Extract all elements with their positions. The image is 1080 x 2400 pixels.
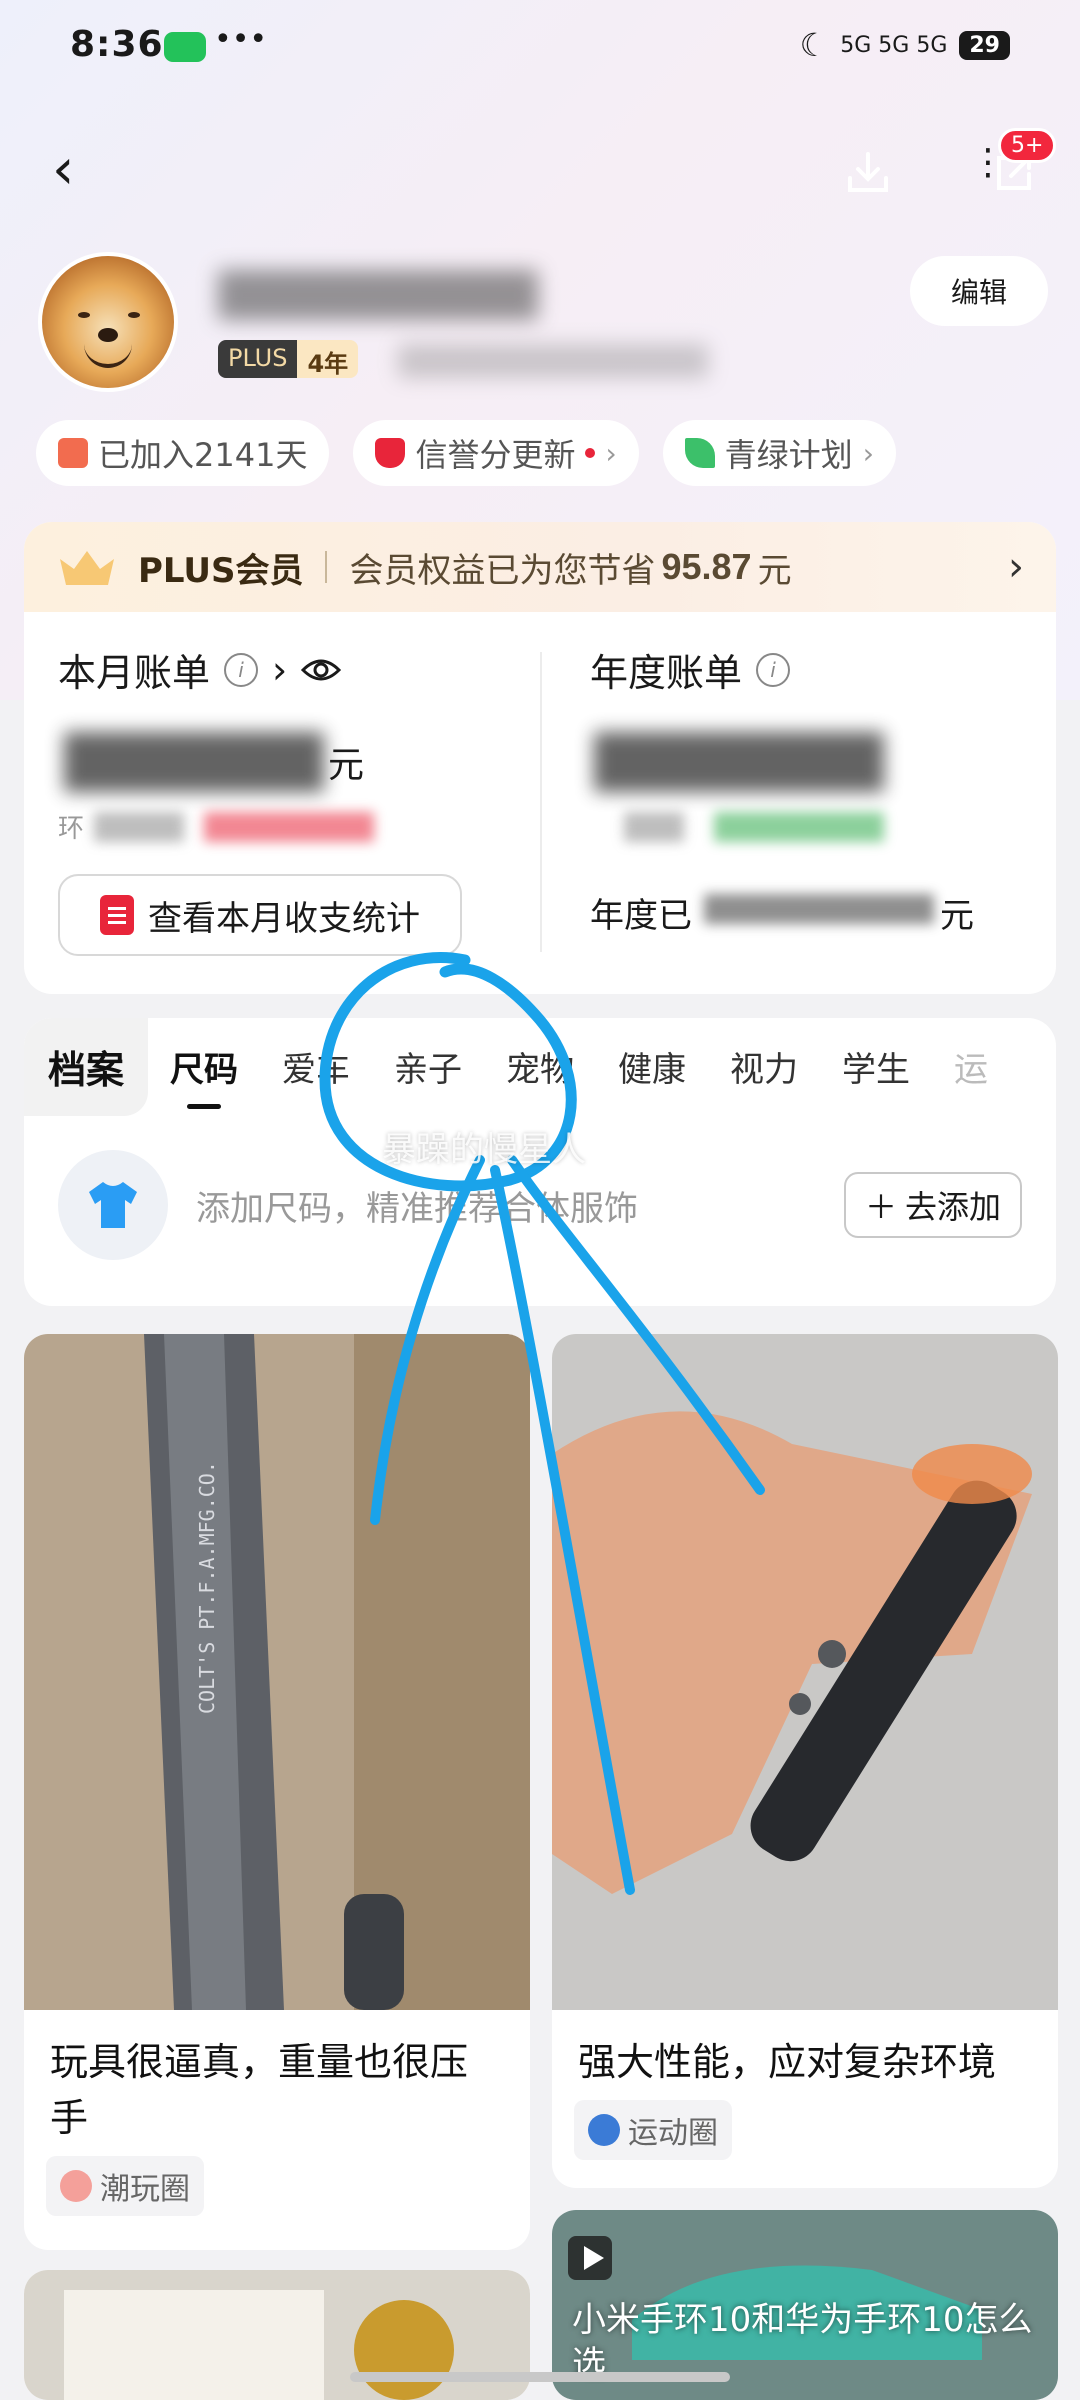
status-time: 8:36: [70, 24, 164, 65]
sports-circle-icon: [588, 2114, 620, 2146]
chevron-right-icon: ›: [272, 647, 288, 692]
tab-bar: 档案 尺码 爱车 亲子 宠物 健康 视力 学生 运: [24, 1018, 1056, 1116]
monthly-bill[interactable]: 本月账单 i ›: [58, 642, 342, 697]
message-icon: [164, 32, 206, 62]
chip-label: 青绿计划: [724, 436, 853, 474]
chip-green-plan[interactable]: 青绿计划 ›: [662, 420, 896, 486]
tab-pets[interactable]: 宠物: [484, 1042, 596, 1091]
back-icon[interactable]: ‹: [52, 140, 74, 200]
annual-amount-redacted: [704, 894, 934, 924]
home-indicator[interactable]: [350, 2372, 730, 2382]
tab-health[interactable]: 健康: [596, 1042, 708, 1091]
info-icon[interactable]: i: [224, 652, 259, 687]
chevron-right-icon: ›: [862, 436, 874, 470]
tab-student[interactable]: 学生: [820, 1042, 932, 1091]
chip-credit-score[interactable]: 信誉分更新 ›: [353, 420, 639, 486]
chevron-right-icon: ›: [605, 436, 617, 470]
post-image-pistol: COLT'S PT.F.A.MFG.CO.: [24, 1334, 530, 2010]
compare-redacted: [714, 812, 884, 842]
plus-desc: 会员权益已为您节省: [349, 550, 656, 591]
add-size-button[interactable]: ＋ 去添加: [844, 1172, 1022, 1238]
circle-tag[interactable]: 潮玩圈: [46, 2156, 204, 2216]
profile-chips: 已加入2141天 信誉分更新 › 青绿计划 ›: [36, 420, 896, 486]
add-size-label: 去添加: [905, 1188, 1002, 1226]
tab-size[interactable]: 尺码: [148, 1042, 260, 1091]
circle-name: 潮玩圈: [100, 2172, 190, 2207]
plus-icon: ＋: [864, 1188, 897, 1226]
download-icon[interactable]: [845, 150, 891, 196]
tab-parenting[interactable]: 亲子: [372, 1042, 484, 1091]
monthly-stats-button[interactable]: 查看本月收支统计: [58, 874, 462, 956]
avatar-eye: [128, 312, 140, 318]
compare-redacted: [204, 812, 374, 842]
stats-button-label: 查看本月收支统计: [148, 898, 420, 939]
size-hint: 添加尺码，精准推荐合体服饰: [196, 1188, 638, 1229]
toy-circle-icon: [60, 2170, 92, 2202]
annual-prefix: 年度已: [590, 896, 692, 936]
annual-title: 年度账单: [590, 651, 743, 695]
circle-tag[interactable]: 运动圈: [574, 2100, 732, 2160]
nav-bar: ‹ ⋮ 5+: [0, 128, 1080, 210]
avatar-mouth: [84, 342, 132, 368]
feed-post[interactable]: COLT'S PT.F.A.MFG.CO. 玩具很逼真，重量也很压手 潮玩圈: [24, 1334, 530, 2250]
plus-amount: 95.87: [661, 546, 752, 587]
edit-button[interactable]: 编辑: [910, 256, 1048, 326]
status-bar: 8:36 ••• ☾ 5G 5G 5G 29: [0, 18, 1080, 74]
username-redacted: [218, 270, 538, 320]
signal-icon: 5G 5G 5G: [840, 32, 948, 58]
compare-redacted: [624, 812, 684, 842]
new-dot: [585, 448, 596, 458]
crown-icon: [60, 551, 114, 585]
post-title: 玩具很逼真，重量也很压手: [50, 2040, 469, 2140]
watermark: 暴躁的慢星人: [382, 1130, 586, 1170]
annual-bill[interactable]: 年度账单 i: [590, 642, 791, 697]
tab-archive[interactable]: 档案: [24, 1018, 149, 1116]
avatar-eye: [78, 312, 90, 318]
avatar[interactable]: [38, 252, 178, 392]
leaf-icon: [684, 438, 715, 468]
shield-icon: [375, 438, 406, 468]
chip-joined-days[interactable]: 已加入2141天: [36, 420, 330, 486]
post-image-flashlight: [552, 1334, 1058, 2010]
tshirt-icon: [58, 1150, 168, 1260]
plus-label: PLUS: [218, 340, 298, 378]
monthly-title: 本月账单: [58, 651, 211, 695]
plus-membership-row[interactable]: PLUS会员 会员权益已为您节省 95.87 元 ›: [24, 522, 1056, 612]
svg-text:COLT'S PT.F.A.MFG.CO.: COLT'S PT.F.A.MFG.CO.: [195, 1461, 219, 1714]
divider: [325, 551, 328, 583]
status-right: ☾ 5G 5G 5G 29: [800, 26, 1010, 64]
circle-name: 运动圈: [628, 2116, 718, 2151]
feed-post[interactable]: 强大性能，应对复杂环境 运动圈: [552, 1334, 1058, 2188]
tab-vision[interactable]: 视力: [708, 1042, 820, 1091]
subtitle-redacted: [398, 344, 708, 378]
battery-icon: 29: [959, 30, 1010, 60]
chevron-right-icon: ›: [1008, 544, 1024, 590]
post-title: 强大性能，应对复杂环境: [578, 2040, 997, 2084]
plus-badge: PLUS 4年: [218, 340, 359, 378]
annual-amount-redacted: [594, 732, 884, 792]
monthly-amount-redacted: [64, 732, 324, 792]
plus-title: PLUS会员: [138, 550, 304, 591]
plus-unit: 元: [757, 550, 792, 591]
eye-icon[interactable]: [301, 656, 342, 684]
monthly-compare-label: 环: [58, 814, 85, 844]
share-badge: 5+: [998, 128, 1057, 163]
plus-years: 4年: [297, 340, 359, 378]
more-notifications-icon: •••: [214, 22, 268, 57]
chip-label: 信誉分更新: [415, 436, 576, 474]
avatar-nose: [98, 328, 118, 342]
bill-divider: [540, 652, 542, 952]
tab-sports[interactable]: 运: [932, 1042, 1010, 1091]
document-icon: [100, 895, 134, 935]
tshirt-shape: [89, 1182, 137, 1228]
chip-label: 已加入2141天: [98, 436, 308, 474]
compare-redacted: [94, 812, 184, 842]
calendar-icon: [58, 438, 88, 468]
moon-icon: ☾: [799, 26, 829, 64]
monthly-unit: 元: [328, 745, 365, 786]
tab-car[interactable]: 爱车: [260, 1042, 372, 1091]
annual-unit: 元: [940, 896, 974, 936]
info-icon[interactable]: i: [756, 652, 791, 687]
bill-card: PLUS会员 会员权益已为您节省 95.87 元 › 本月账单 i › 元 环 …: [24, 522, 1056, 994]
